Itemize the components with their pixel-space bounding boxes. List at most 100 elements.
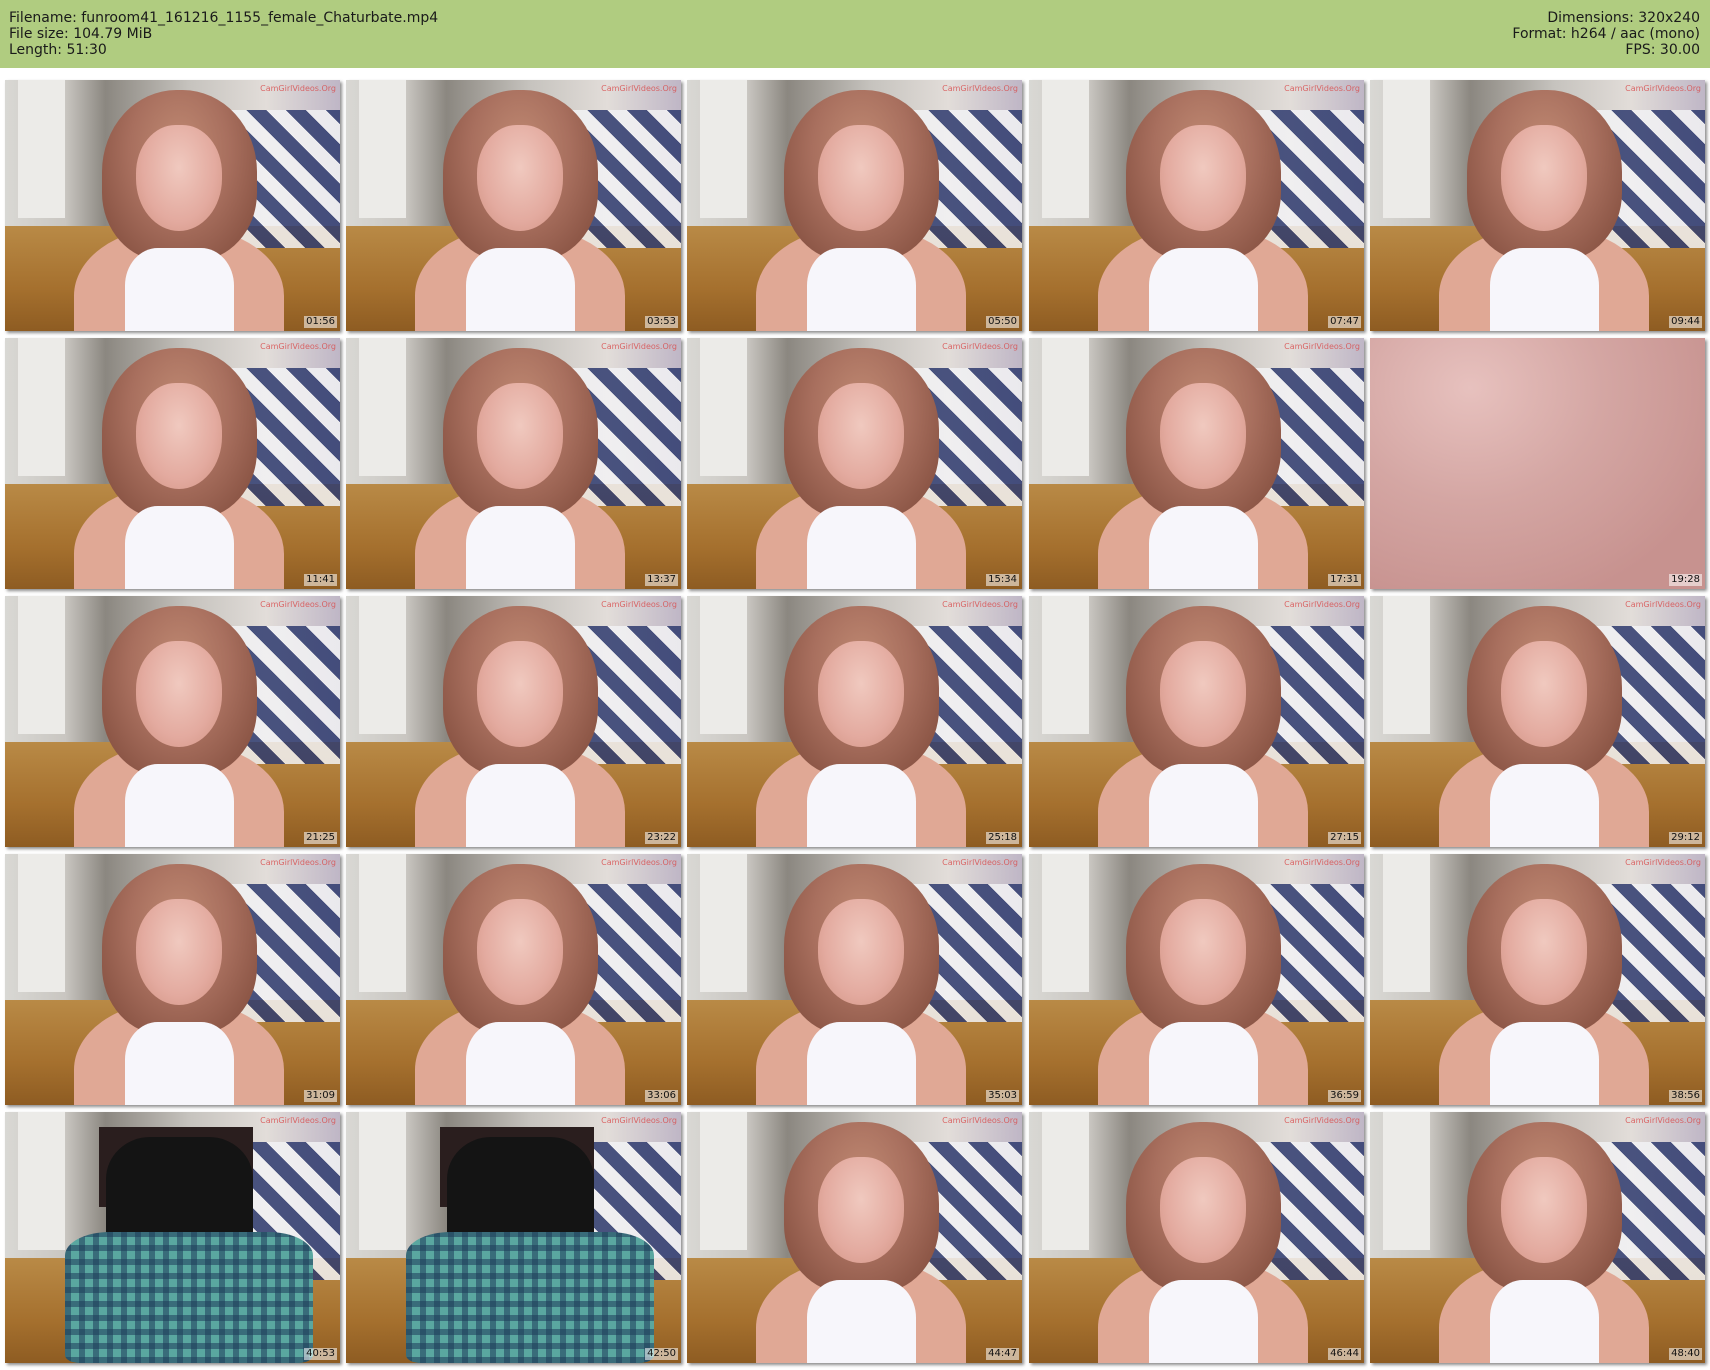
video-thumbnail[interactable]: CamGirlVideos.Org 46:44 xyxy=(1029,1112,1364,1363)
timestamp-label: 31:09 xyxy=(304,1090,337,1102)
frame-door xyxy=(18,596,66,735)
frame-door xyxy=(1383,80,1431,219)
video-thumbnail[interactable]: CamGirlVideos.Org 21:25 xyxy=(5,596,340,847)
timestamp-label: 40:53 xyxy=(304,1348,337,1360)
video-thumbnail[interactable]: CamGirlVideos.Org 31:09 xyxy=(5,854,340,1105)
frame-person xyxy=(1430,864,1658,1105)
frame-person xyxy=(65,348,293,589)
timestamp-label: 23:22 xyxy=(645,832,678,844)
frame-door xyxy=(700,1112,748,1251)
video-thumbnail[interactable]: CamGirlVideos.Org 25:18 xyxy=(687,596,1022,847)
video-thumbnail[interactable]: CamGirlVideos.Org 27:15 xyxy=(1029,596,1364,847)
video-thumbnail[interactable]: CamGirlVideos.Org 17:31 xyxy=(1029,338,1364,589)
video-thumbnail[interactable]: CamGirlVideos.Org 38:56 xyxy=(1370,854,1705,1105)
watermark-logo: CamGirlVideos.Org xyxy=(260,600,336,609)
watermark-logo: CamGirlVideos.Org xyxy=(601,1116,677,1125)
video-thumbnail[interactable]: CamGirlVideos.Org 29:12 xyxy=(1370,596,1705,847)
frame-image xyxy=(1370,338,1705,589)
watermark-logo: CamGirlVideos.Org xyxy=(1625,84,1701,93)
frame-door xyxy=(18,338,66,477)
frame-door xyxy=(1042,1112,1090,1251)
watermark-logo: CamGirlVideos.Org xyxy=(942,342,1018,351)
timestamp-label: 33:06 xyxy=(645,1090,678,1102)
frame-person xyxy=(1089,606,1317,847)
watermark-logo: CamGirlVideos.Org xyxy=(1284,858,1360,867)
frame-person xyxy=(406,90,634,331)
frame-person xyxy=(747,864,975,1105)
video-thumbnail[interactable]: CamGirlVideos.Org 48:40 xyxy=(1370,1112,1705,1363)
timestamp-label: 48:40 xyxy=(1669,1348,1702,1360)
video-thumbnail[interactable]: CamGirlVideos.Org 23:22 xyxy=(346,596,681,847)
frame-door xyxy=(1383,596,1431,735)
frame-door xyxy=(700,596,748,735)
frame-door xyxy=(18,854,66,993)
frame-person xyxy=(65,864,293,1105)
frame-door xyxy=(1042,596,1090,735)
frame-person xyxy=(1089,90,1317,331)
video-thumbnail[interactable]: CamGirlVideos.Org 11:41 xyxy=(5,338,340,589)
timestamp-label: 09:44 xyxy=(1669,316,1702,328)
frame-person xyxy=(747,90,975,331)
timestamp-label: 21:25 xyxy=(304,832,337,844)
frame-door xyxy=(359,1112,407,1251)
watermark-logo: CamGirlVideos.Org xyxy=(1625,1116,1701,1125)
timestamp-label: 29:12 xyxy=(1669,832,1702,844)
frame-person xyxy=(1089,864,1317,1105)
frame-door xyxy=(700,80,748,219)
frame-door xyxy=(359,854,407,993)
frame-person xyxy=(747,1122,975,1363)
video-thumbnail[interactable]: CamGirlVideos.Org 35:03 xyxy=(687,854,1022,1105)
video-thumbnail[interactable]: CamGirlVideos.Org 36:59 xyxy=(1029,854,1364,1105)
frame-door xyxy=(359,80,407,219)
timestamp-label: 13:37 xyxy=(645,574,678,586)
frame-door xyxy=(359,338,407,477)
watermark-logo: CamGirlVideos.Org xyxy=(601,600,677,609)
timestamp-label: 25:18 xyxy=(986,832,1019,844)
video-thumbnail[interactable]: CamGirlVideos.Org 05:50 xyxy=(687,80,1022,331)
timestamp-label: 17:31 xyxy=(1328,574,1361,586)
frame-door xyxy=(700,338,748,477)
watermark-logo: CamGirlVideos.Org xyxy=(260,84,336,93)
timestamp-label: 35:03 xyxy=(986,1090,1019,1102)
timestamp-label: 01:56 xyxy=(304,316,337,328)
watermark-logo: CamGirlVideos.Org xyxy=(1284,600,1360,609)
frame-person xyxy=(747,606,975,847)
watermark-logo: CamGirlVideos.Org xyxy=(260,858,336,867)
frame-door xyxy=(18,1112,66,1251)
timestamp-label: 44:47 xyxy=(986,1348,1019,1360)
timestamp-label: 38:56 xyxy=(1669,1090,1702,1102)
video-thumbnail[interactable]: CamGirlVideos.Org 09:44 xyxy=(1370,80,1705,331)
video-thumbnail[interactable]: CamGirlVideos.Org 01:56 xyxy=(5,80,340,331)
video-thumbnail[interactable]: CamGirlVideos.Org 42:50 xyxy=(346,1112,681,1363)
video-thumbnail[interactable]: CamGirlVideos.Org 44:47 xyxy=(687,1112,1022,1363)
video-thumbnail[interactable]: CamGirlVideos.Org 13:37 xyxy=(346,338,681,589)
watermark-logo: CamGirlVideos.Org xyxy=(601,84,677,93)
timestamp-label: 27:15 xyxy=(1328,832,1361,844)
video-thumbnail[interactable]: CamGirlVideos.Org 03:53 xyxy=(346,80,681,331)
frame-person xyxy=(65,606,293,847)
frame-person xyxy=(65,90,293,331)
frame-plaid-shirt xyxy=(406,1232,655,1363)
timestamp-label: 03:53 xyxy=(645,316,678,328)
video-thumbnail[interactable]: CamGirlVideos.Org 15:34 xyxy=(687,338,1022,589)
frame-person xyxy=(406,348,634,589)
frame-door xyxy=(1042,338,1090,477)
frame-person xyxy=(1089,348,1317,589)
watermark-logo: CamGirlVideos.Org xyxy=(260,1116,336,1125)
video-thumbnail[interactable]: CamGirlVideos.Org 07:47 xyxy=(1029,80,1364,331)
timestamp-label: 36:59 xyxy=(1328,1090,1361,1102)
frame-door xyxy=(1042,854,1090,993)
watermark-logo: CamGirlVideos.Org xyxy=(260,342,336,351)
frame-person xyxy=(406,606,634,847)
video-thumbnail[interactable]: CamGirlVideos.Org 40:53 xyxy=(5,1112,340,1363)
video-thumbnail[interactable]: CamGirlVideos.Org 33:06 xyxy=(346,854,681,1105)
video-thumbnail[interactable]: 19:28 xyxy=(1370,338,1705,589)
watermark-logo: CamGirlVideos.Org xyxy=(1284,1116,1360,1125)
frame-door xyxy=(700,854,748,993)
frame-door xyxy=(1042,80,1090,219)
frame-person xyxy=(1089,1122,1317,1363)
timestamp-label: 07:47 xyxy=(1328,316,1361,328)
timestamp-label: 19:28 xyxy=(1669,574,1702,586)
frame-person xyxy=(1430,1122,1658,1363)
frame-door xyxy=(1383,1112,1431,1251)
